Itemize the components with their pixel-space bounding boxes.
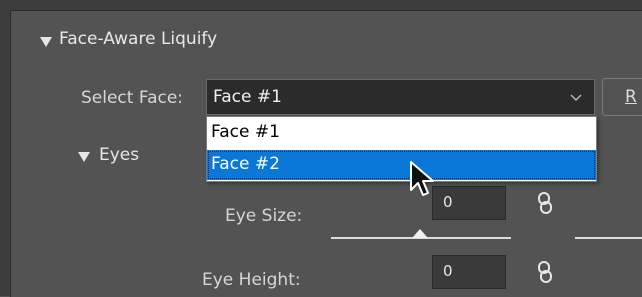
eyes-collapse-triangle-icon[interactable] xyxy=(78,152,90,162)
chain-link-icon-2[interactable] xyxy=(534,260,556,284)
chevron-down-icon xyxy=(570,94,582,101)
dropdown-option-face-2[interactable]: Face #2 xyxy=(207,150,596,180)
arrow-cursor-icon xyxy=(410,161,434,196)
select-face-dropdown[interactable]: Face #1 xyxy=(206,79,595,115)
eyes-section-title: Eyes xyxy=(99,145,140,165)
eye-height-label: Eye Height: xyxy=(202,270,301,290)
eye-size-right-slider-track[interactable] xyxy=(575,237,642,239)
eye-size-label: Eye Size: xyxy=(225,206,303,226)
eye-height-field[interactable]: 0 xyxy=(432,255,506,289)
collapse-triangle-icon[interactable] xyxy=(40,37,52,47)
eye-size-field[interactable]: 0 xyxy=(432,186,506,220)
face-dropdown-list[interactable]: Face #1 Face #2 xyxy=(206,116,597,182)
window-left-frame xyxy=(0,0,10,296)
select-face-label: Select Face: xyxy=(81,88,184,108)
reset-button[interactable]: R xyxy=(602,78,642,116)
window-top-frame xyxy=(0,0,642,10)
chain-link-icon[interactable] xyxy=(534,191,556,215)
eye-size-slider-thumb[interactable] xyxy=(412,229,428,238)
select-face-value: Face #1 xyxy=(213,87,282,107)
face-aware-liquify-title: Face-Aware Liquify xyxy=(59,29,218,49)
dropdown-option-face-1[interactable]: Face #1 xyxy=(207,118,596,148)
reset-button-label: R xyxy=(625,87,637,107)
